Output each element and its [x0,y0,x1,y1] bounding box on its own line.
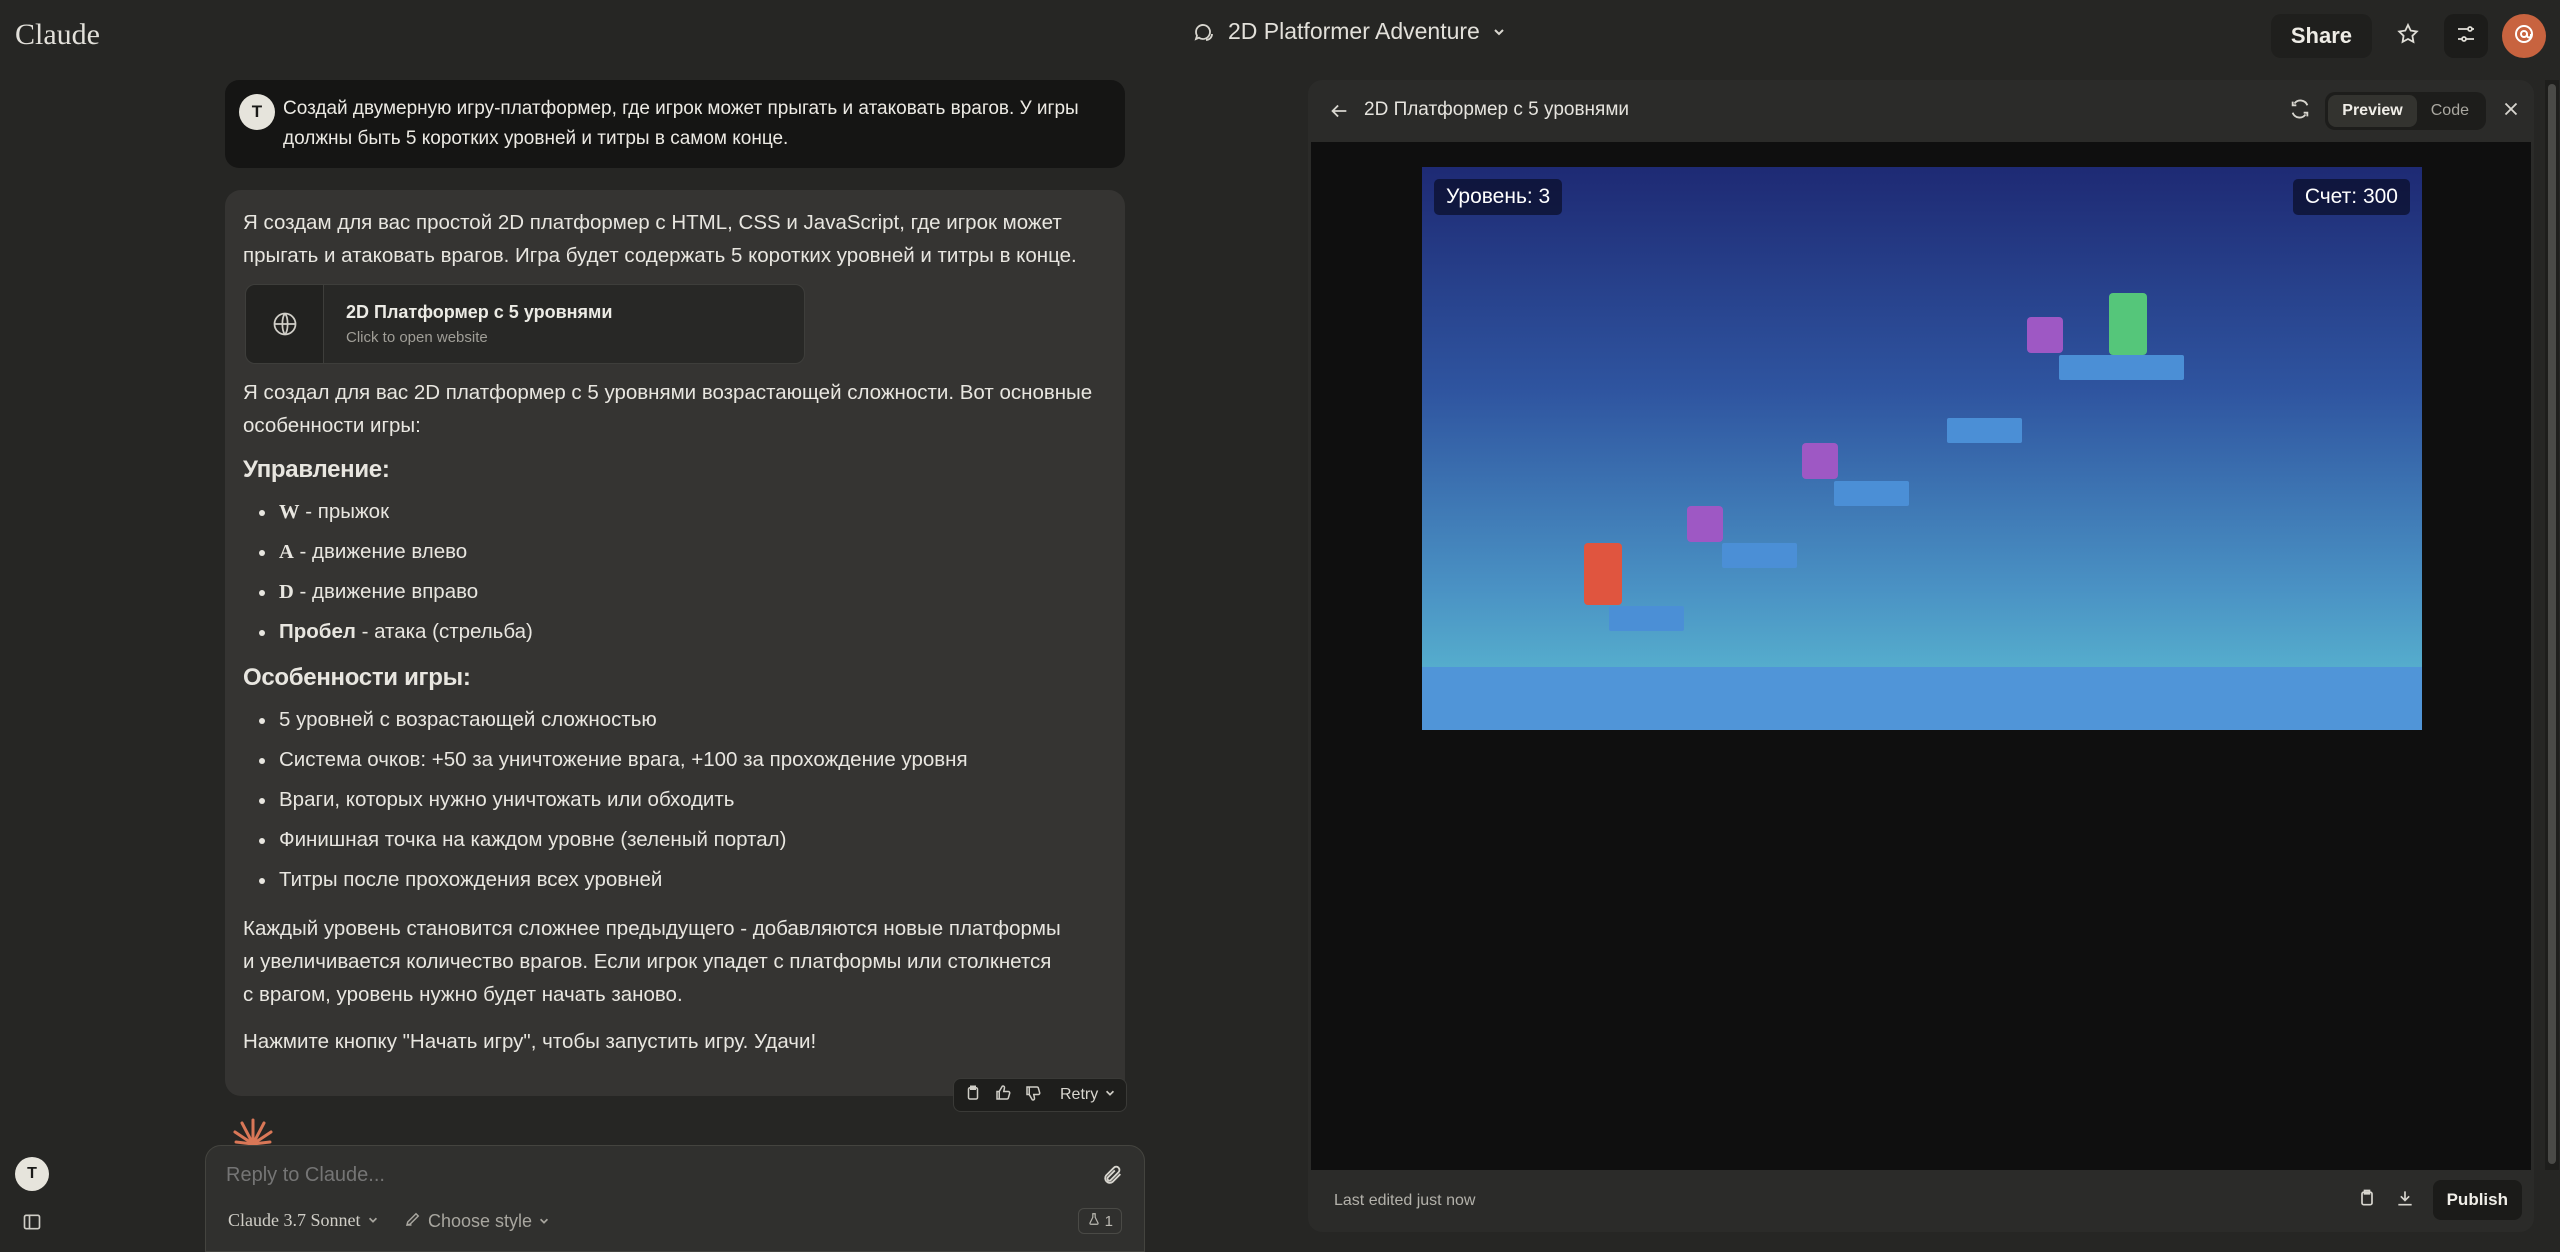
enemy [1687,506,1723,542]
star-button[interactable] [2386,14,2430,58]
sidebar-user-avatar[interactable]: T [15,1157,49,1191]
panel-scrollbar[interactable] [2545,80,2559,1170]
ground [1422,667,2422,730]
artifact-panel-title: 2D Платформер с 5 уровнями [1364,99,1629,120]
share-button[interactable]: Share [2270,14,2372,58]
list-item: D - движение вправо [259,572,1107,612]
back-arrow-icon[interactable] [1328,100,1350,127]
sliders-icon [2454,22,2478,51]
artifact-card-title: 2D Платформер с 5 уровнями [346,302,613,322]
model-selector[interactable]: Claude 3.7 Sonnet [228,1210,379,1231]
artifact-panel-footer: Last edited just now Publish [1308,1170,2534,1232]
enemy [2027,317,2063,353]
star-icon [2396,22,2420,51]
control-desc: - прыжок [299,500,390,523]
thumbs-up-icon[interactable] [994,1084,1012,1107]
claude-logo[interactable]: Claude [15,18,100,52]
style-selector[interactable]: Choose style [404,1210,550,1233]
account-icon [2512,22,2536,51]
flask-icon [1087,1212,1101,1230]
copy-icon[interactable] [964,1084,982,1107]
list-item: W - прыжок [259,492,1107,532]
chat-bubbles-icon [1192,20,1216,44]
user-avatar: T [239,94,275,130]
close-icon[interactable] [2500,98,2522,125]
user-message: T Создай двумерную игру-платформер, где … [225,80,1125,168]
download-icon[interactable] [2395,1188,2415,1213]
publish-button[interactable]: Publish [2432,1180,2522,1220]
features-list: 5 уровней с возрастающей сложностью Сист… [259,700,1107,900]
platform [1834,481,1909,506]
goal-portal [2109,293,2147,355]
controls-list: W - прыжок A - движение влево D - движен… [259,492,1107,652]
list-item: Титры после прохождения всех уровней [259,860,1107,900]
control-key: W [279,501,300,523]
reply-composer: Claude 3.7 Sonnet Choose style 1 [205,1145,1145,1252]
control-desc: - движение вправо [293,580,479,603]
list-item: Финишная точка на каждом уровне (зеленый… [259,820,1107,860]
artifact-panel-header: 2D Платформер с 5 уровнями Preview Code [1308,80,2534,142]
pen-icon [404,1210,422,1233]
artifact-card-subtitle: Click to open website [346,329,488,346]
platform [1722,543,1797,568]
conversation-title-menu[interactable]: 2D Platformer Adventure [1192,18,1506,45]
chevron-down-icon [538,1211,550,1232]
enemy [1802,443,1838,479]
assistant-difficulty-paragraph: Каждый уровень становится сложнее предыд… [243,917,1061,1006]
globe-icon [246,285,324,363]
thumbs-down-icon[interactable] [1024,1084,1042,1107]
control-key: Пробел [279,620,356,643]
artifact-card[interactable]: 2D Платформер с 5 уровнями Click to open… [245,284,805,364]
assistant-intro: Я создам для вас простой 2D платформер с… [243,211,1077,267]
conversation-title: 2D Platformer Adventure [1228,18,1480,44]
platform [1609,606,1684,631]
control-desc: - движение влево [293,540,468,563]
tab-code[interactable]: Code [2417,95,2483,127]
list-item: Пробел - атака (стрельба) [259,612,1107,652]
user-avatar-button[interactable] [2502,14,2546,58]
controls-heading: Управление: [243,456,390,483]
control-key: A [279,541,294,563]
counter-value: 1 [1104,1212,1113,1230]
user-message-text: Создай двумерную игру-платформер, где иг… [283,98,1079,149]
message-actions: Retry [953,1078,1128,1112]
score-indicator: Счет: 300 [2292,179,2410,215]
level-indicator: Уровень: 3 [1434,179,1563,215]
assistant-start-paragraph: Нажмите кнопку "Начать игру", чтобы запу… [243,1030,817,1053]
list-item: Враги, которых нужно уничтожать или обхо… [259,780,1107,820]
chevron-down-icon [367,1210,379,1231]
list-item: 5 уровней с возрастающей сложностью [259,700,1107,740]
reply-input[interactable] [226,1164,1046,1187]
refresh-icon[interactable] [2289,98,2311,125]
view-toggle: Preview Code [2325,92,2486,130]
settings-sliders-button[interactable] [2444,14,2488,58]
list-item: A - движение влево [259,532,1107,572]
model-name: Claude 3.7 Sonnet [228,1210,361,1230]
retry-label: Retry [1060,1086,1099,1103]
assistant-summary: Я создал для вас 2D платформер с 5 уровн… [243,381,1093,437]
retry-button[interactable]: Retry [1060,1086,1116,1104]
scrollbar-thumb[interactable] [2548,84,2556,1164]
attachment-counter[interactable]: 1 [1077,1208,1122,1234]
features-heading: Особенности игры: [243,664,471,691]
top-bar: Claude 2D Platformer Adventure Share [0,0,2560,72]
sidebar-toggle-icon[interactable] [22,1212,42,1237]
tab-preview[interactable]: Preview [2328,95,2417,127]
last-edited-text: Last edited just now [1334,1192,1476,1209]
platform [2059,355,2184,380]
game-canvas[interactable]: Уровень: 3 Счет: 300 [1422,167,2422,730]
chevron-down-icon [1104,1086,1116,1104]
chevron-down-icon [1492,25,1506,39]
control-key: D [279,581,294,603]
player-character [1584,543,1622,605]
control-desc: - атака (стрельба) [355,620,533,643]
platform [1947,418,2022,443]
assistant-message: Я создам для вас простой 2D платформер с… [225,190,1125,1096]
style-label: Choose style [428,1211,533,1231]
paperclip-icon[interactable] [1102,1164,1124,1191]
copy-icon[interactable] [2357,1188,2377,1213]
list-item: Система очков: +50 за уничтожение врага,… [259,740,1107,780]
